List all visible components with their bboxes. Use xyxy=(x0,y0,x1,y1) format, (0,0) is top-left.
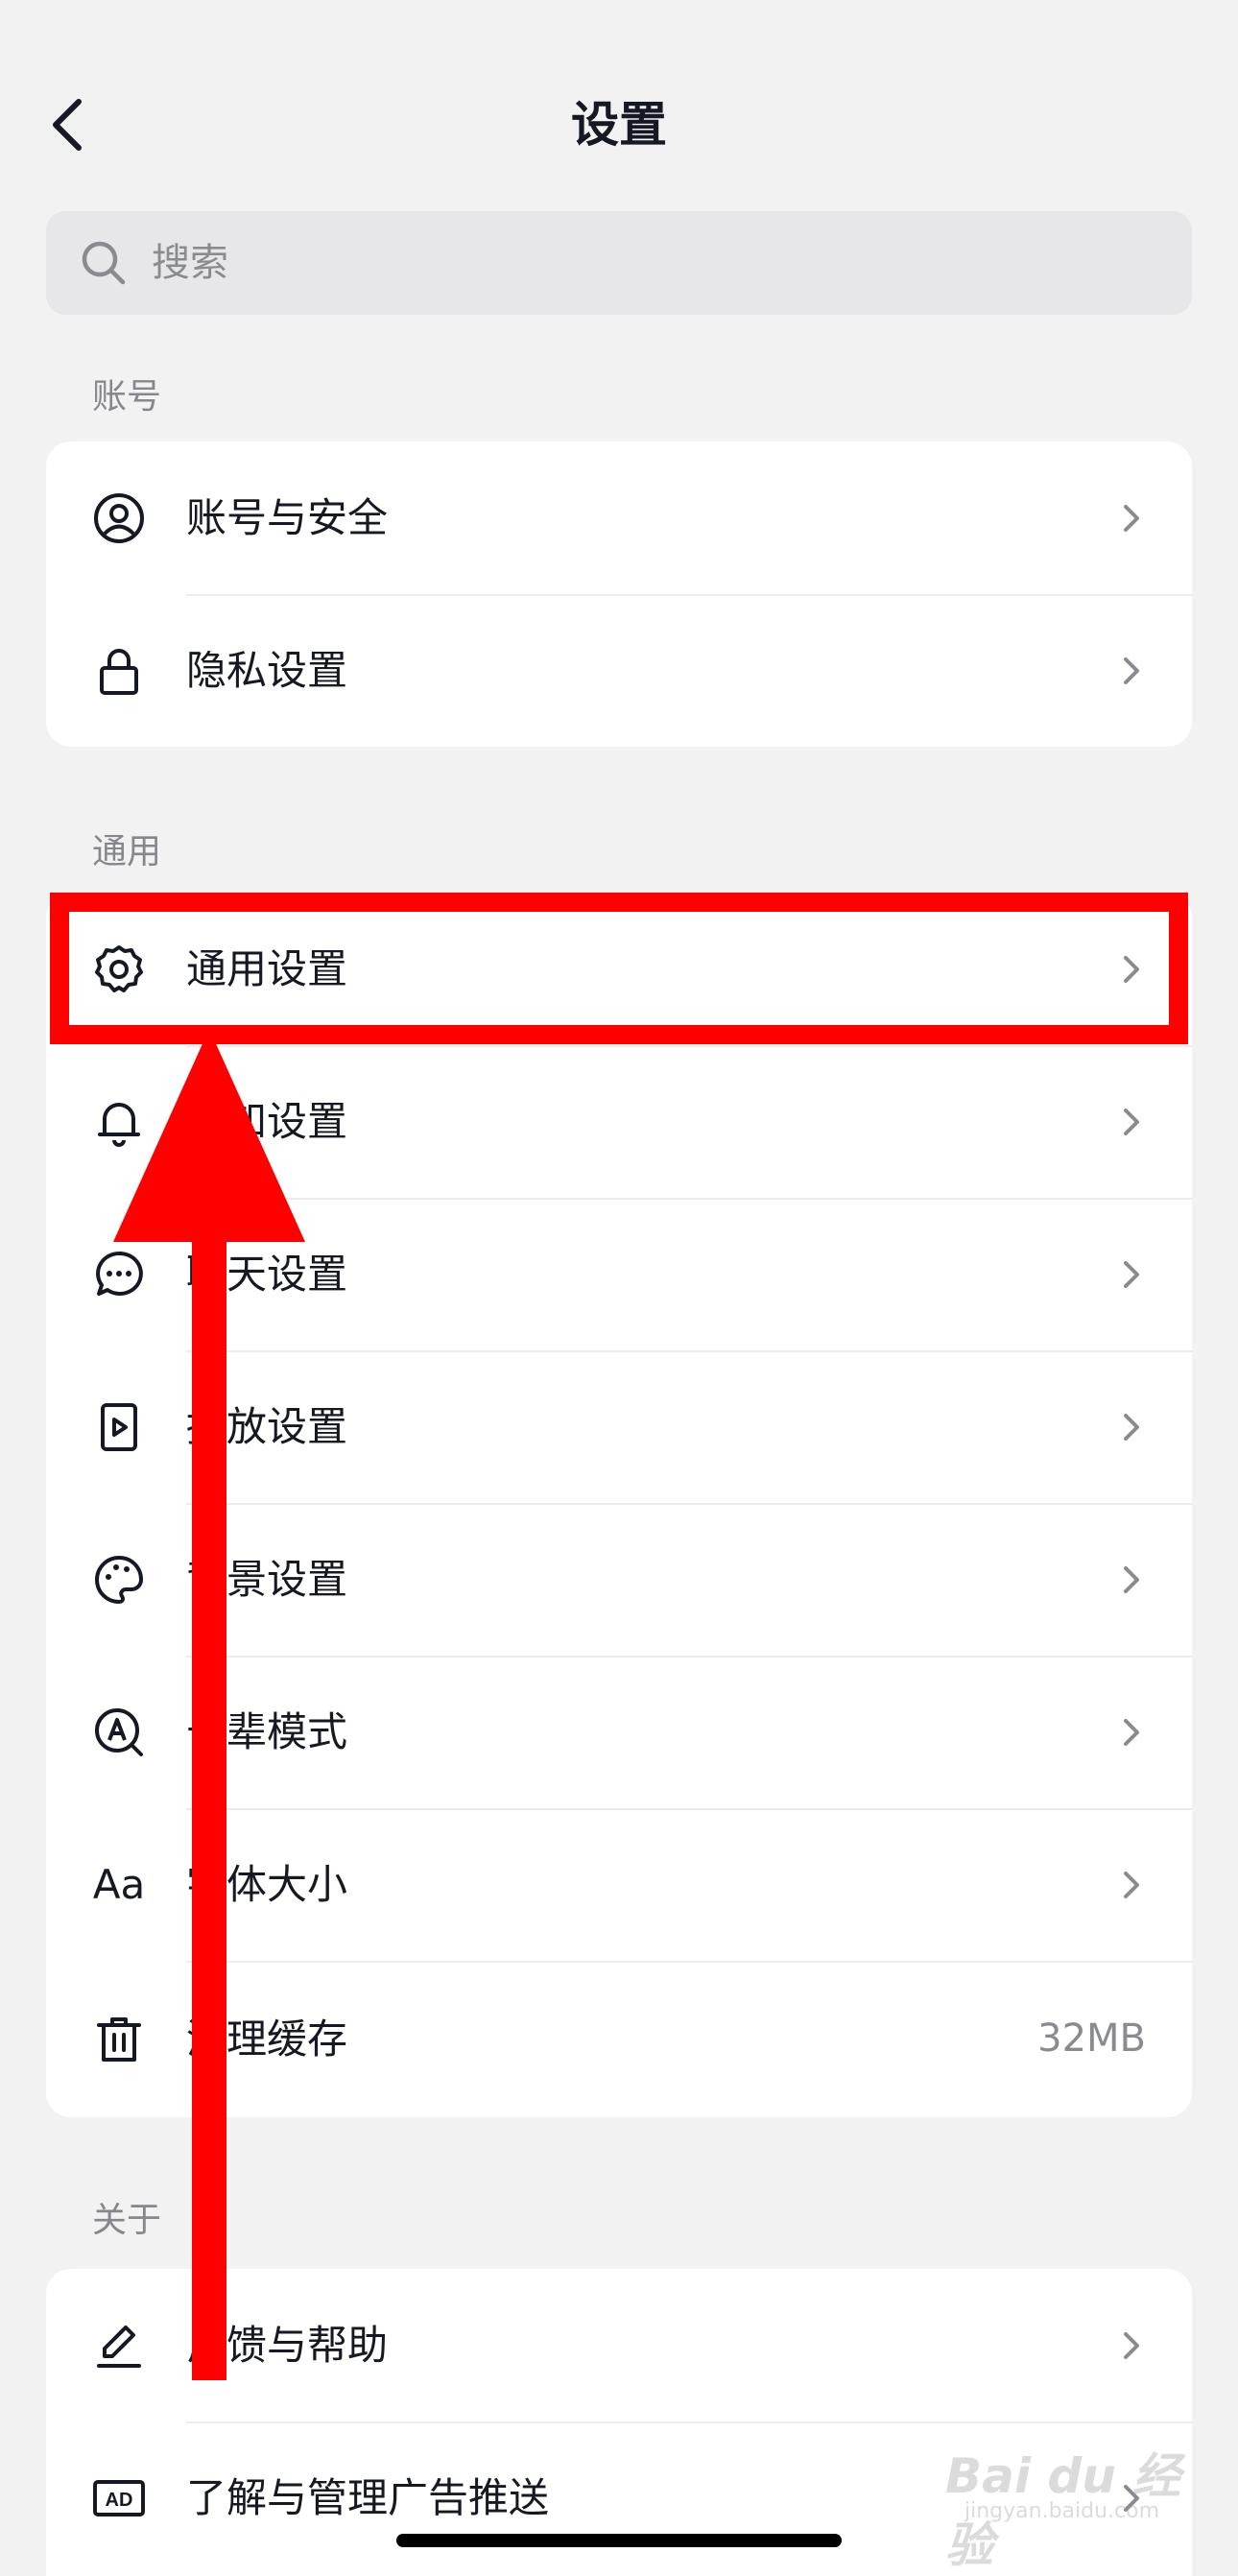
home-indicator[interactable] xyxy=(396,2534,842,2547)
baidu-watermark: Bai du 经验 jingyan.baidu.com xyxy=(945,2438,1195,2573)
annotation-arrow xyxy=(113,1029,305,2380)
watermark-sub: jingyan.baidu.com xyxy=(964,2499,1160,2523)
